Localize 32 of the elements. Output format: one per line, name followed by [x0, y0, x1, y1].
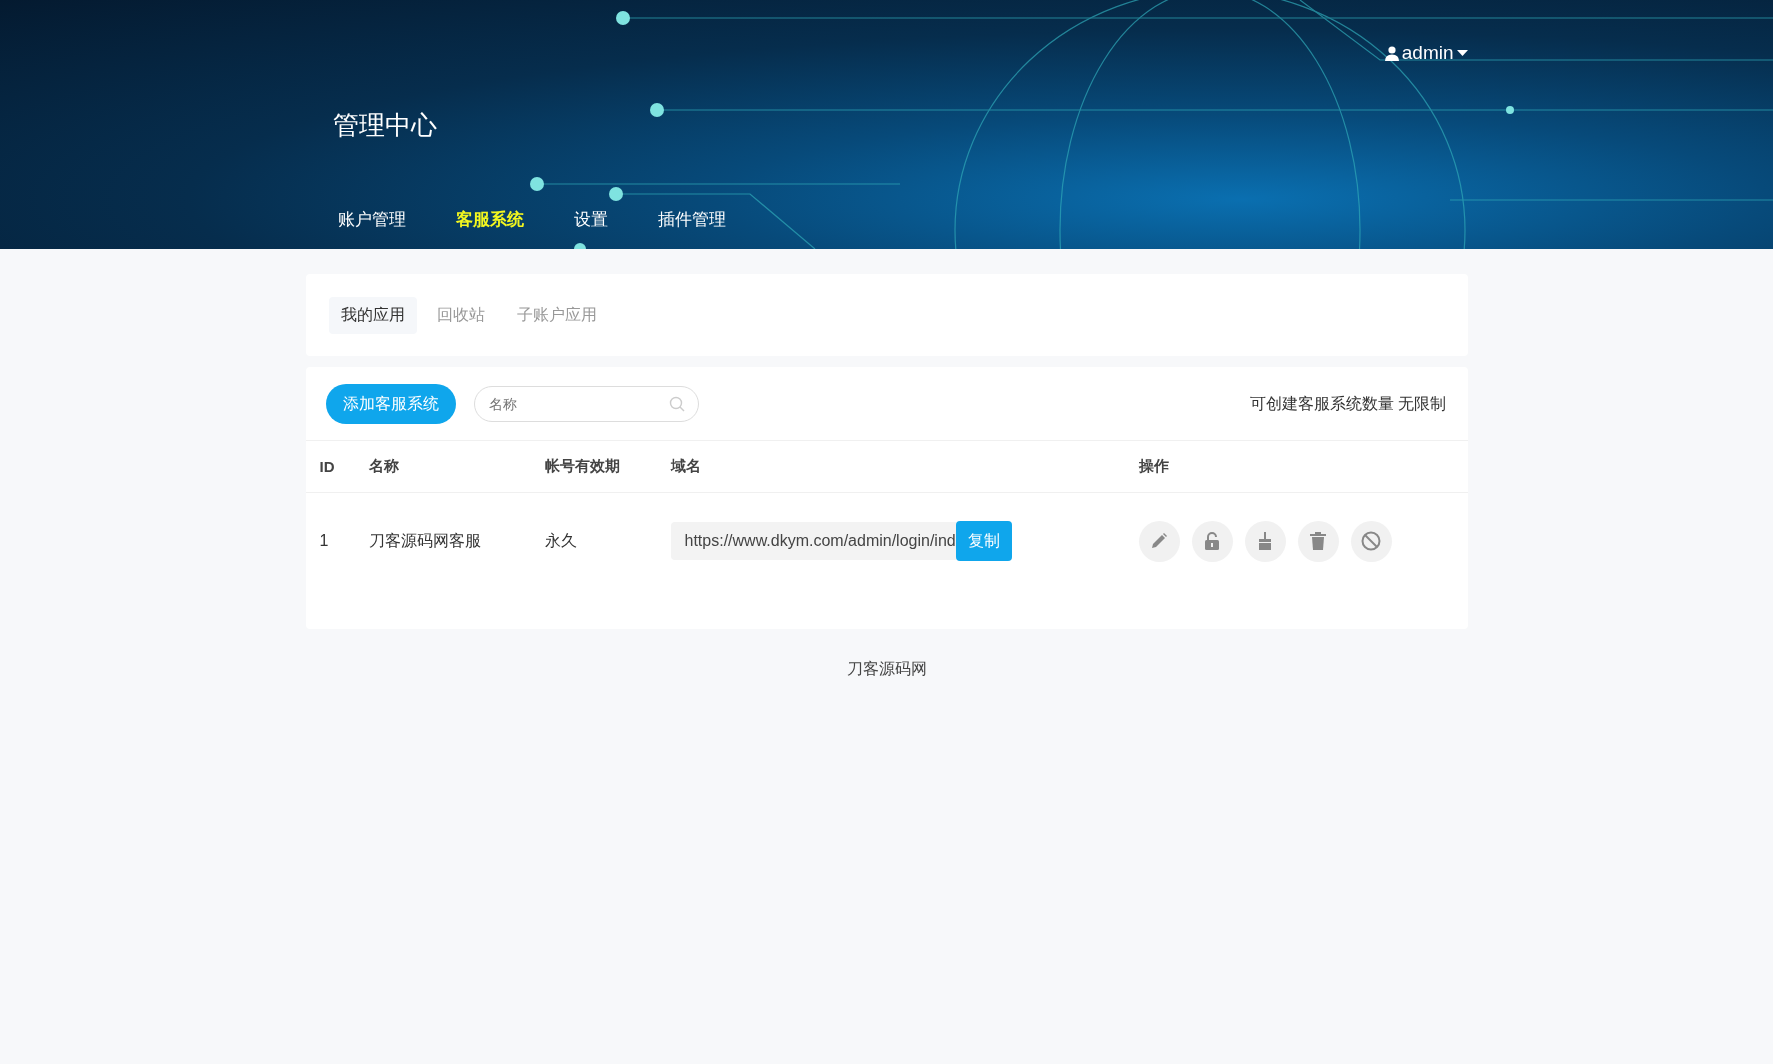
- open-padlock-button[interactable]: [1191, 520, 1233, 562]
- column-header: 帐号有效期: [544, 457, 621, 476]
- broom-icon: [1257, 532, 1273, 550]
- user-icon: [1384, 45, 1399, 61]
- pencil-button[interactable]: [1138, 520, 1180, 562]
- search-icon: [668, 396, 685, 412]
- quota-label: 可创建客服系统数量 无限制: [1250, 393, 1447, 414]
- trash-button[interactable]: [1297, 520, 1339, 562]
- prohibited-icon: [1361, 531, 1381, 551]
- column-header: ID: [319, 458, 336, 475]
- tab[interactable]: 我的应用: [328, 296, 417, 334]
- nav-item[interactable]: 账户管理: [337, 208, 406, 232]
- prohibited-button[interactable]: [1350, 520, 1392, 562]
- nav-item[interactable]: 客服系统: [455, 208, 524, 232]
- open-padlock-icon: [1204, 532, 1220, 550]
- table-cell-text: 1: [319, 532, 330, 550]
- nav-item[interactable]: 插件管理: [657, 208, 726, 232]
- nav-item[interactable]: 设置: [573, 208, 608, 232]
- footer-text: 刀客源码网: [846, 659, 927, 679]
- table-cell-text: 永久: [544, 530, 578, 551]
- broom-button[interactable]: [1244, 520, 1286, 562]
- column-header: 域名: [670, 457, 702, 476]
- user-menu[interactable]: admin: [1384, 42, 1468, 64]
- caret-icon: [1456, 50, 1468, 56]
- table-cell-text: 刀客源码网客服: [368, 530, 482, 551]
- domain-field[interactable]: https://www.dkym.com/admin/login/ind: [670, 522, 956, 560]
- page-title: 管理中心: [332, 109, 437, 142]
- search-field[interactable]: 名称: [473, 386, 699, 422]
- pencil-icon: [1150, 532, 1168, 550]
- column-header: 操作: [1138, 457, 1170, 476]
- trash-icon: [1310, 532, 1326, 550]
- column-header: 名称: [368, 457, 400, 476]
